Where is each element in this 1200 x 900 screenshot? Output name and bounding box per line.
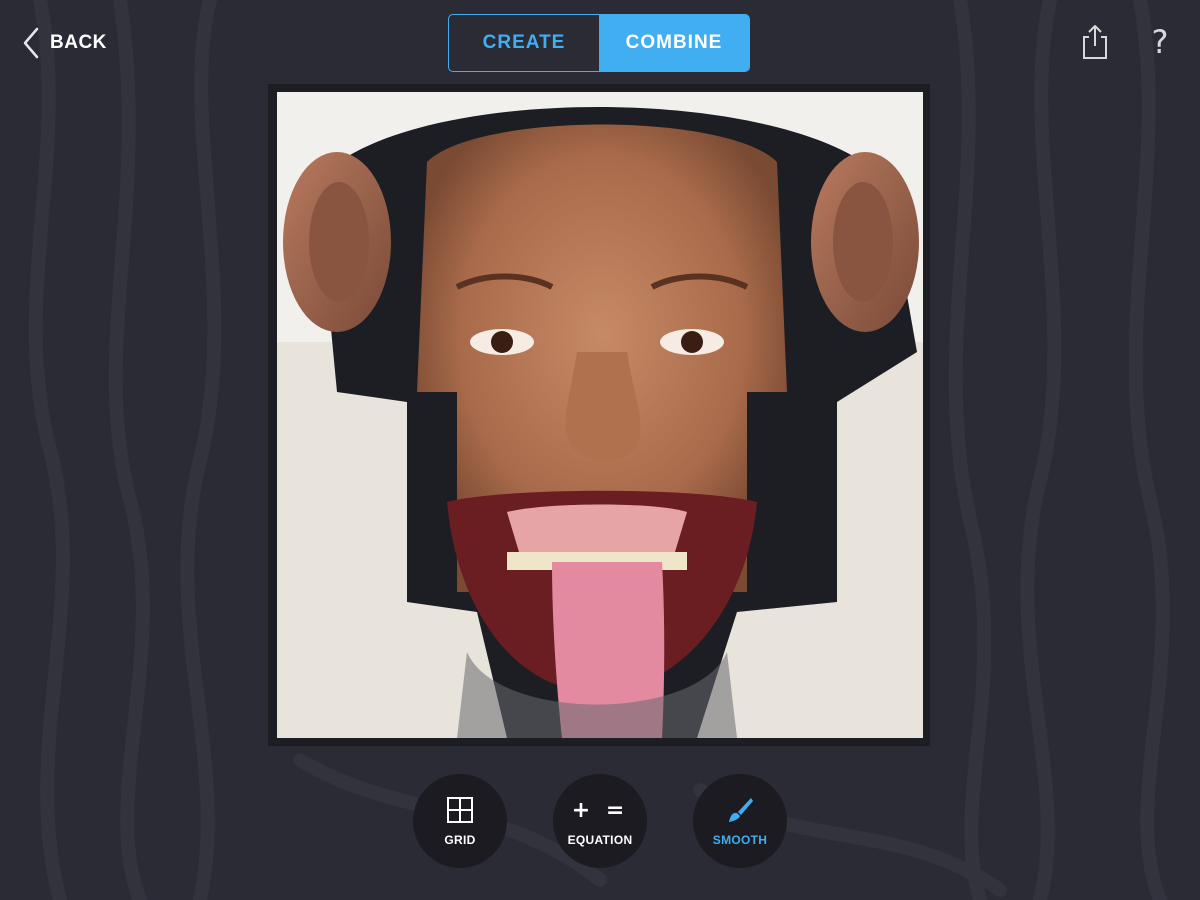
share-icon xyxy=(1083,25,1107,59)
equation-label: EQUATION xyxy=(567,833,633,847)
help-button[interactable]: ? xyxy=(1145,22,1175,62)
back-label: BACK xyxy=(50,32,107,53)
brush-icon xyxy=(729,798,753,822)
bottom-toolbar: GRID + = EQUATION SMOOTH xyxy=(0,774,1200,870)
tab-combine[interactable]: COMBINE xyxy=(599,15,749,71)
equation-button[interactable]: + = EQUATION xyxy=(553,774,647,868)
grid-label: GRID xyxy=(444,833,476,847)
help-icon: ? xyxy=(1151,23,1169,61)
face-morph-image xyxy=(277,92,923,738)
back-button[interactable]: BACK xyxy=(22,26,107,60)
mode-segmented-control: CREATE COMBINE xyxy=(448,14,750,72)
smooth-label: SMOOTH xyxy=(712,833,768,847)
smooth-button[interactable]: SMOOTH xyxy=(693,774,787,868)
chevron-left-icon xyxy=(23,27,39,59)
tab-create[interactable]: CREATE xyxy=(449,15,599,71)
image-canvas[interactable] xyxy=(268,84,930,746)
grid-button[interactable]: GRID xyxy=(413,774,507,868)
equation-icon: + = xyxy=(571,797,629,823)
share-button[interactable] xyxy=(1080,24,1110,60)
grid-icon xyxy=(447,797,473,823)
